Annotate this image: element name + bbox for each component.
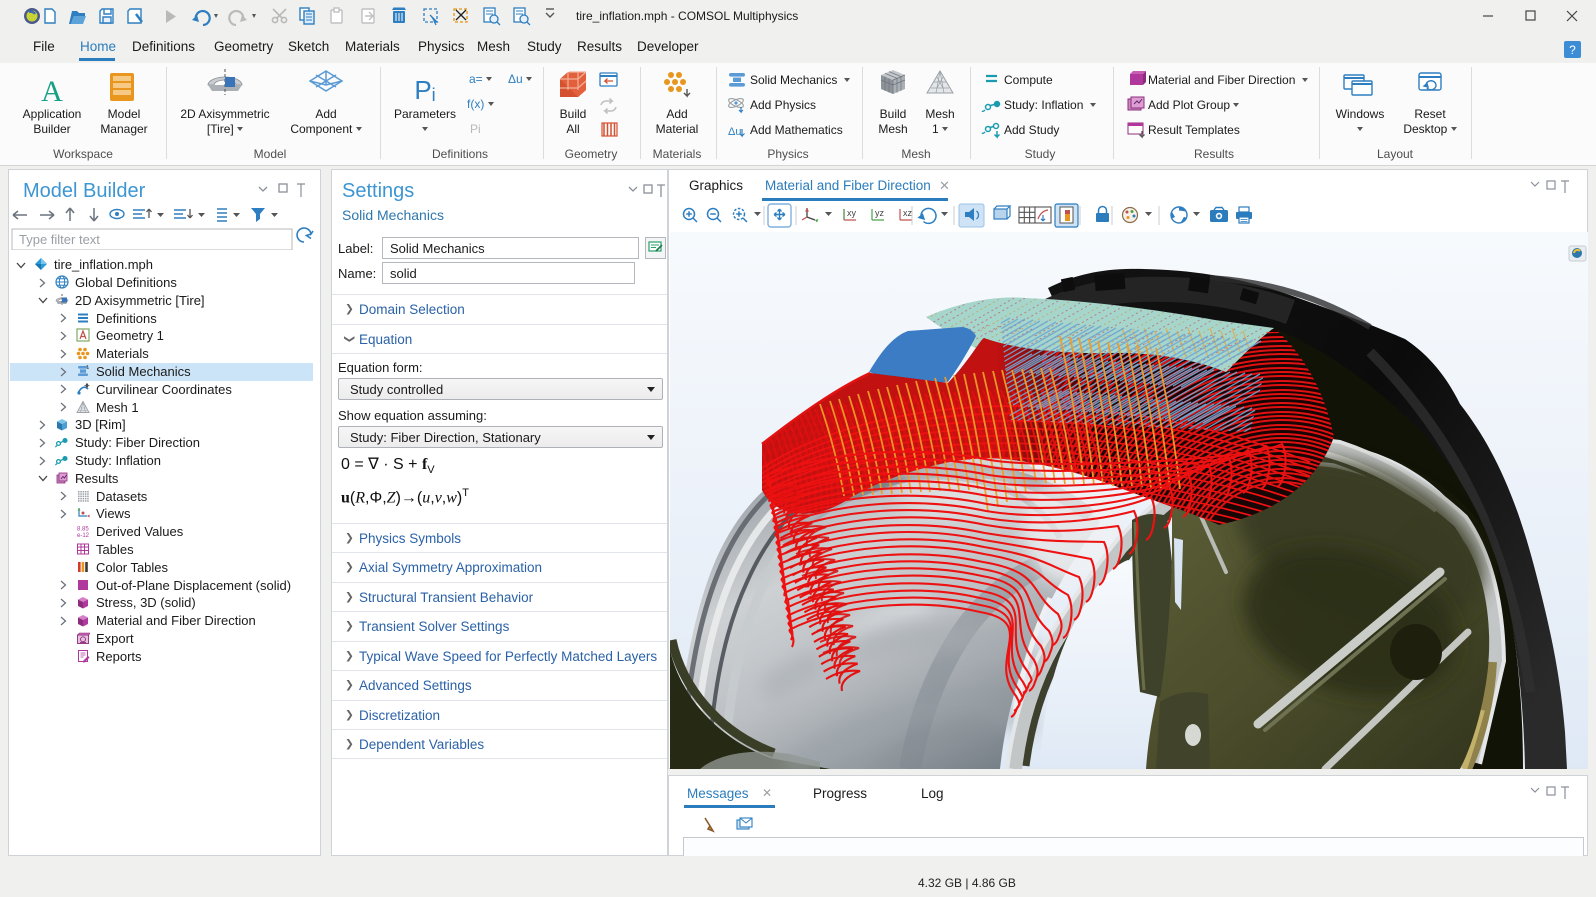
svg-text:xz: xz [903,208,913,218]
svg-text:Type filter text: Type filter text [19,232,100,247]
svg-text:Pi: Pi [414,75,435,105]
svg-text:?: ? [1569,43,1576,57]
svg-text:A: A [41,75,63,108]
svg-text:yz: yz [875,208,885,218]
svg-text:xy: xy [847,208,857,218]
svg-text:Δu: Δu [728,126,741,138]
svg-text:8.85: 8.85 [77,527,89,533]
svg-text:e-12: e-12 [77,533,90,538]
